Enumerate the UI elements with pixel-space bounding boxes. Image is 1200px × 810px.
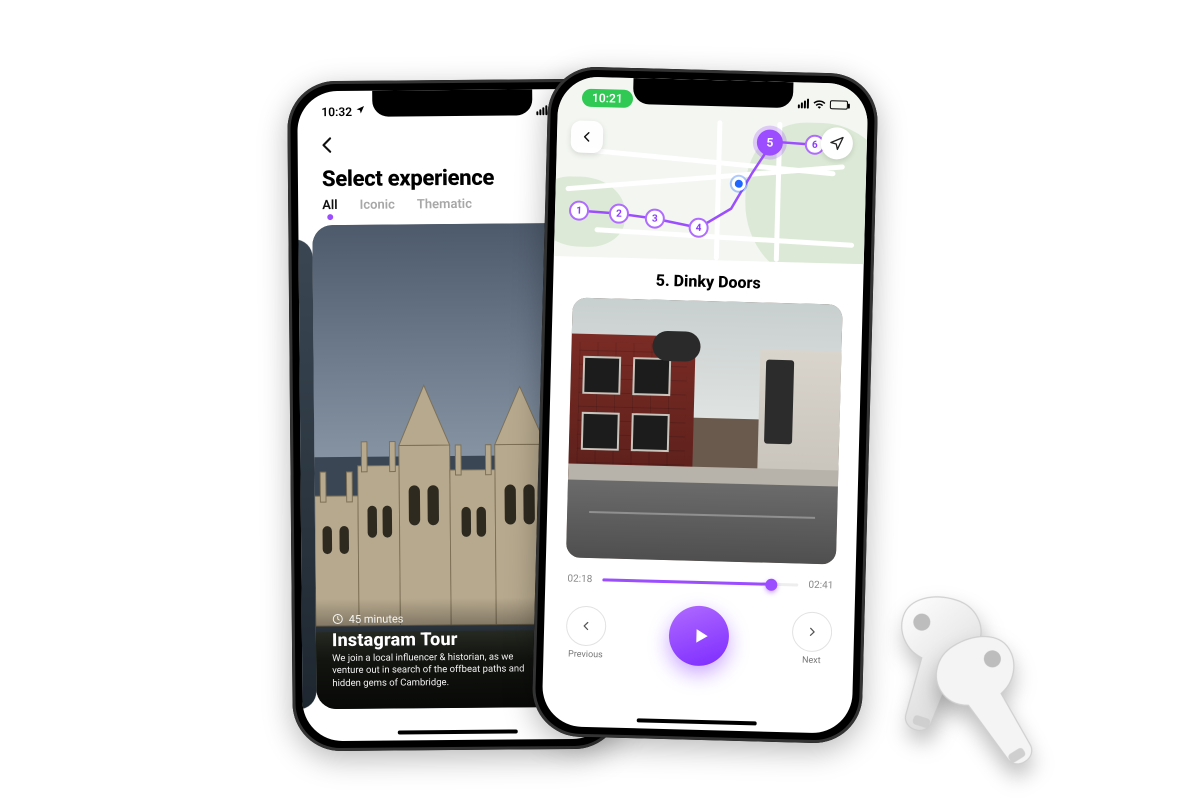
audio-player: 02:18 02:41 Previous bbox=[543, 557, 856, 690]
tour-description: We join a local influencer & historian, … bbox=[332, 651, 542, 691]
elapsed-time: 02:18 bbox=[567, 573, 592, 585]
road-markings bbox=[566, 479, 838, 564]
seek-knob[interactable] bbox=[765, 578, 777, 590]
location-arrow-icon bbox=[355, 105, 365, 115]
chevron-left-icon bbox=[580, 130, 594, 144]
wifi-icon bbox=[813, 99, 826, 109]
status-time-text: 10:32 bbox=[321, 105, 352, 119]
stop-photo[interactable] bbox=[566, 298, 843, 565]
previous-label: Previous bbox=[568, 650, 603, 661]
status-right bbox=[798, 98, 848, 109]
tab-all[interactable]: All bbox=[322, 198, 338, 219]
next-group: Next bbox=[791, 611, 832, 666]
tab-thematic[interactable]: Thematic bbox=[417, 197, 472, 218]
tab-iconic[interactable]: Iconic bbox=[360, 198, 395, 219]
status-time: 10:32 bbox=[321, 105, 365, 119]
previous-group: Previous bbox=[565, 605, 606, 660]
map-back-button[interactable] bbox=[571, 120, 604, 153]
progress-row: 02:18 02:41 bbox=[567, 573, 833, 591]
player-controls: Previous Next bbox=[565, 602, 832, 669]
play-button[interactable] bbox=[668, 605, 730, 667]
seek-slider[interactable] bbox=[602, 578, 798, 586]
notch bbox=[633, 78, 794, 108]
chevron-left-icon bbox=[580, 620, 592, 632]
status-time-pill: 10:21 bbox=[582, 89, 633, 108]
notch bbox=[372, 89, 532, 116]
phone-frame-right: 10:21 1 2 3 4 bbox=[531, 66, 878, 744]
tour-duration-text: 45 minutes bbox=[349, 612, 404, 625]
play-icon bbox=[691, 626, 710, 646]
signal-icon bbox=[798, 98, 809, 108]
chevron-left-icon bbox=[318, 135, 338, 155]
next-label: Next bbox=[802, 656, 821, 666]
hanging-sign bbox=[652, 331, 701, 362]
signal-icon bbox=[537, 105, 548, 115]
previous-button[interactable] bbox=[566, 605, 607, 646]
battery-icon bbox=[830, 100, 848, 109]
total-time: 02:41 bbox=[808, 580, 833, 592]
clock-icon bbox=[332, 613, 344, 625]
location-crosshair-icon bbox=[829, 135, 845, 151]
seek-fill bbox=[602, 578, 771, 585]
next-button[interactable] bbox=[792, 611, 833, 652]
chevron-right-icon bbox=[806, 626, 818, 638]
home-indicator bbox=[637, 718, 757, 725]
screen-right: 10:21 1 2 3 4 bbox=[542, 76, 869, 734]
home-indicator bbox=[398, 729, 518, 734]
stop-title: 5. Dinky Doors bbox=[553, 256, 864, 303]
